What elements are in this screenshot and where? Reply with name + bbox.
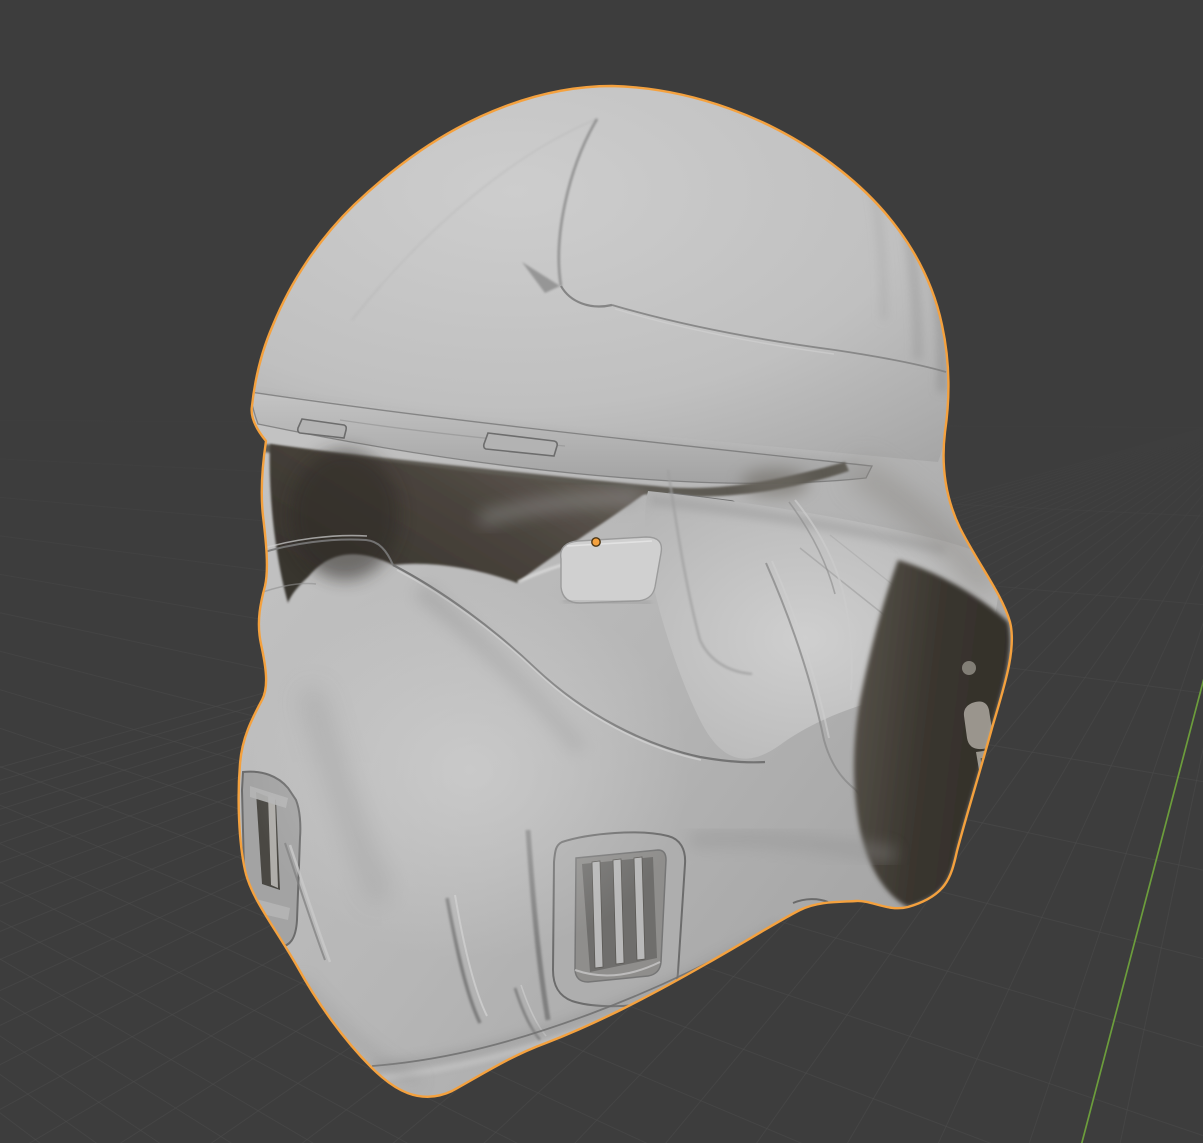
eye-shelf <box>561 537 662 603</box>
object-origin-point[interactable] <box>592 538 600 546</box>
viewport-canvas[interactable] <box>0 0 1203 1143</box>
blender-3d-viewport[interactable] <box>0 0 1203 1143</box>
visor-core-shadow <box>290 450 400 580</box>
visor-corner-shadow <box>741 469 809 497</box>
